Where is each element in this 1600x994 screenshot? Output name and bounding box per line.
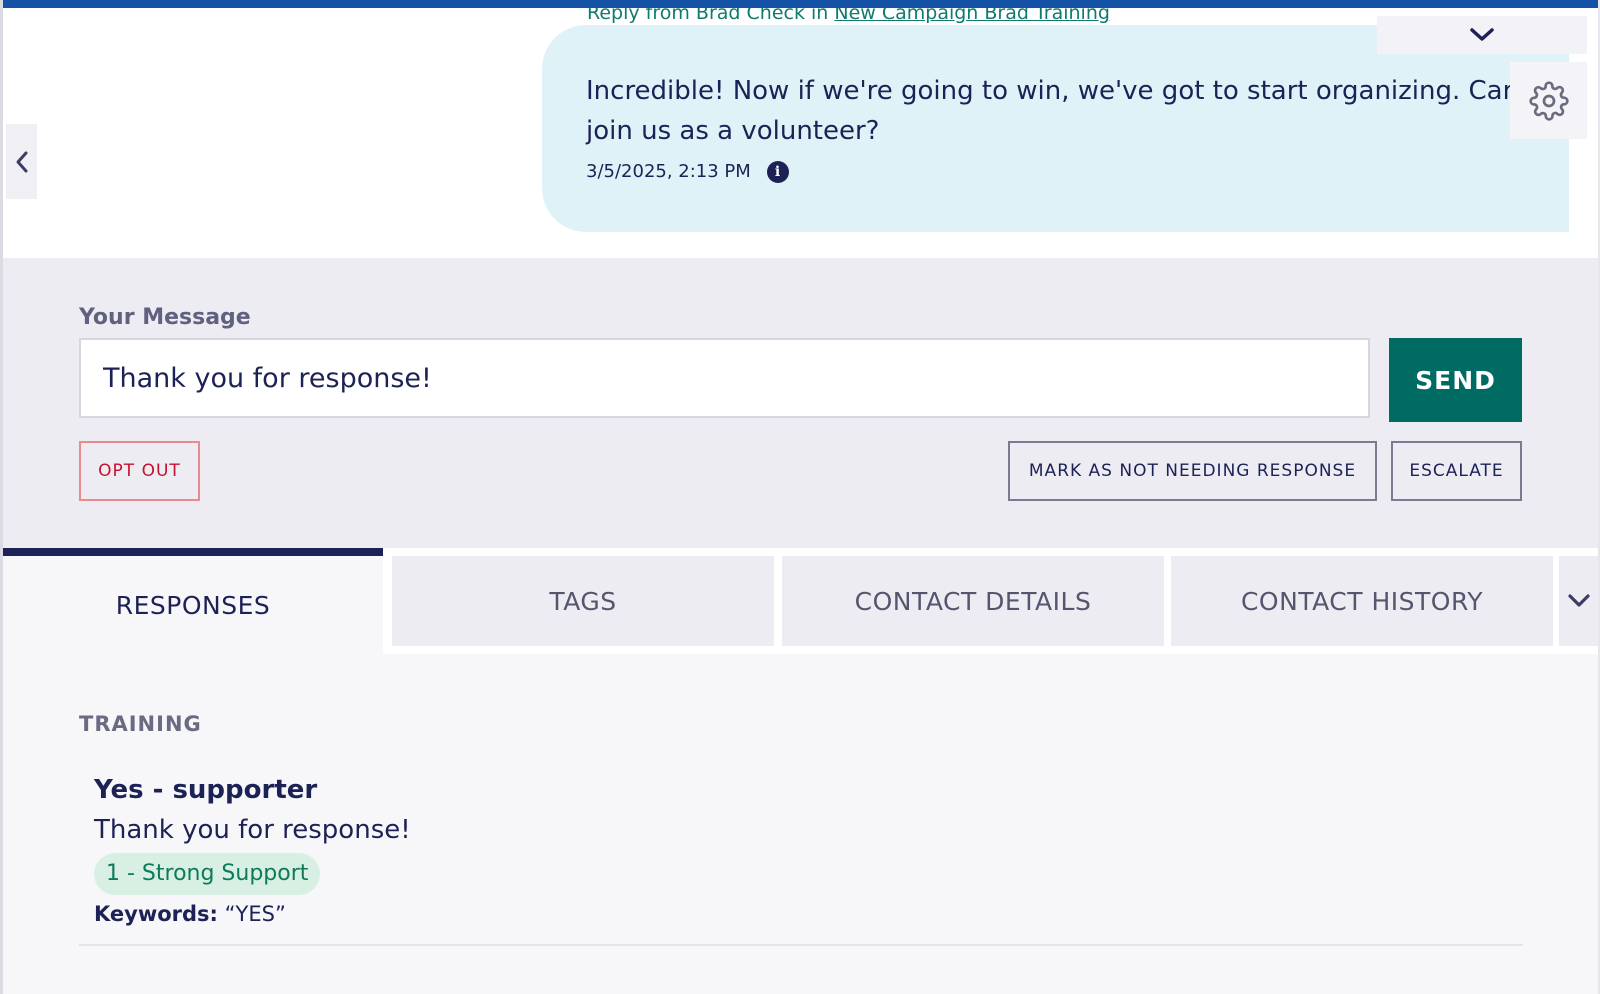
send-button[interactable]: SEND bbox=[1389, 338, 1522, 422]
gear-icon bbox=[1528, 80, 1569, 121]
chevron-down-icon bbox=[1470, 28, 1494, 41]
conversation-panel: Reply from Brad Check in New Campaign Br… bbox=[3, 8, 1598, 258]
response-text[interactable]: Thank you for response! bbox=[94, 815, 411, 845]
response-title[interactable]: Yes - supporter bbox=[94, 775, 317, 805]
tab-contact-details[interactable]: CONTACT DETAILS bbox=[782, 556, 1164, 646]
response-divider bbox=[79, 944, 1523, 946]
sidebar-toggle-button[interactable] bbox=[6, 124, 37, 199]
tabs-more-button[interactable] bbox=[1559, 556, 1598, 646]
keywords-value: “YES” bbox=[224, 902, 286, 926]
campaign-link[interactable]: New Campaign Brad Training bbox=[834, 8, 1110, 24]
responses-section-title: TRAINING bbox=[79, 712, 202, 736]
escalate-button[interactable]: ESCALATE bbox=[1391, 441, 1522, 501]
chevron-down-icon bbox=[1567, 594, 1590, 607]
responses-panel: TRAINING Yes - supporter Thank you for r… bbox=[3, 654, 1598, 994]
opt-out-button[interactable]: OPT OUT bbox=[79, 441, 200, 501]
message-bubble: Incredible! Now if we're going to win, w… bbox=[542, 25, 1569, 232]
compose-panel: Your Message SEND OPT OUT MARK AS NOT NE… bbox=[3, 258, 1598, 548]
tab-responses[interactable]: RESPONSES bbox=[3, 548, 383, 654]
message-text: Incredible! Now if we're going to win, w… bbox=[586, 76, 1569, 146]
tab-bar: RESPONSES TAGS CONTACT DETAILS CONTACT H… bbox=[3, 548, 1598, 654]
reply-meta: Reply from Brad Check in New Campaign Br… bbox=[587, 8, 1110, 24]
top-accent-bar bbox=[0, 0, 1600, 8]
mark-not-needing-response-button[interactable]: MARK AS NOT NEEDING RESPONSE bbox=[1008, 441, 1377, 501]
message-timestamp: 3/5/2025, 2:13 PM bbox=[586, 161, 751, 182]
settings-button[interactable] bbox=[1510, 62, 1587, 139]
collapse-header-button[interactable] bbox=[1377, 16, 1587, 54]
response-tag-badge: 1 - Strong Support bbox=[94, 853, 321, 895]
message-label: Your Message bbox=[79, 305, 251, 330]
message-input[interactable] bbox=[79, 338, 1370, 418]
reply-prefix: Reply from Brad Check in bbox=[587, 8, 835, 24]
response-keywords: Keywords: “YES” bbox=[94, 902, 286, 926]
tab-contact-history[interactable]: CONTACT HISTORY bbox=[1171, 556, 1553, 646]
chevron-left-icon bbox=[16, 151, 27, 172]
info-icon[interactable]: i bbox=[766, 161, 789, 183]
tab-tags[interactable]: TAGS bbox=[392, 556, 774, 646]
keywords-label: Keywords: bbox=[94, 902, 218, 926]
message-timestamp-row: 3/5/2025, 2:13 PM i bbox=[586, 161, 789, 183]
